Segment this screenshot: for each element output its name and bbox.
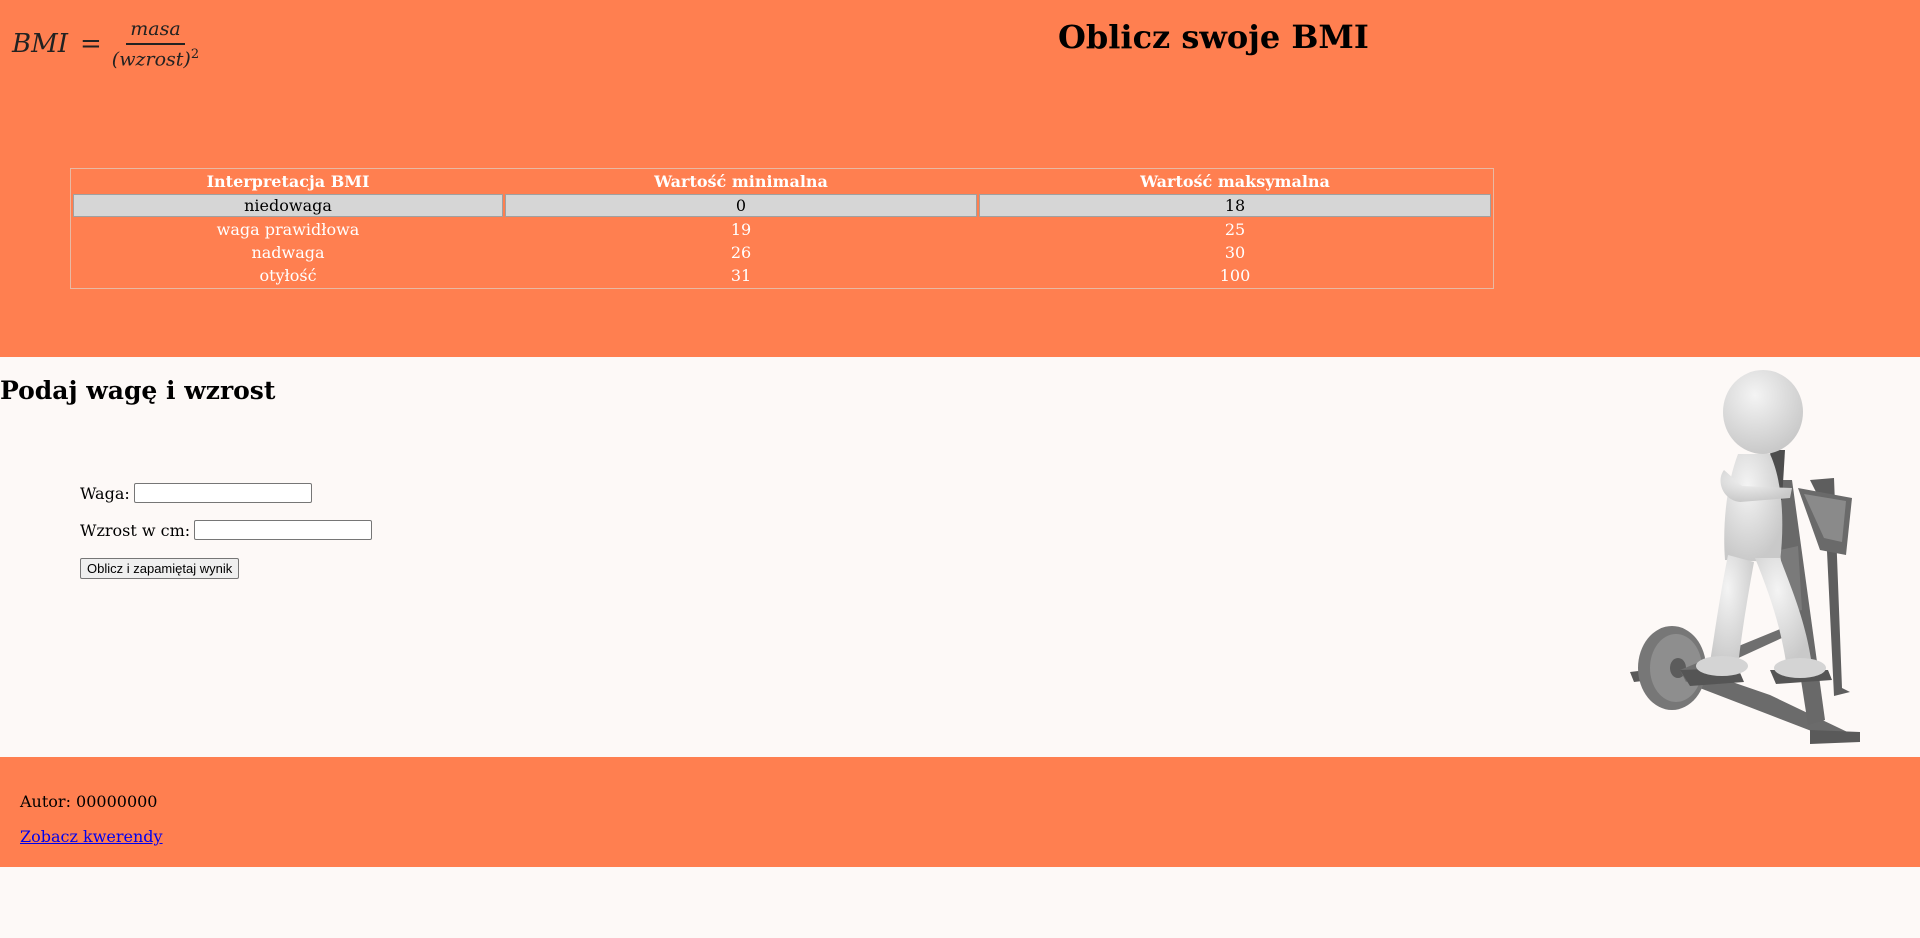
- formula-denominator: (wzrost): [111, 48, 191, 71]
- formula-numerator: masa: [126, 18, 185, 45]
- weight-row: Waga:: [80, 483, 312, 503]
- table-cell-interpretation: niedowaga: [73, 194, 503, 217]
- table-cell-min: 31: [730, 266, 752, 285]
- table-cell-min: 19: [730, 220, 752, 239]
- calculate-button[interactable]: Oblicz i zapamiętaj wynik: [80, 558, 240, 579]
- bmi-interpretation-table: Interpretacja BMI Wartość minimalna Wart…: [70, 168, 1494, 289]
- table-header-min: Wartość minimalna: [654, 172, 828, 191]
- height-input[interactable]: [194, 520, 373, 540]
- queries-link[interactable]: Zobacz kwerendy: [20, 827, 163, 846]
- table-header-interpretation: Interpretacja BMI: [206, 172, 370, 191]
- weight-label: Waga:: [80, 483, 130, 503]
- formula-lhs: BMI: [12, 29, 68, 60]
- author-text: Autor: 00000000: [20, 792, 158, 811]
- table-cell-min: 0: [505, 194, 977, 217]
- formula-fraction: masa (wzrost)2: [112, 18, 199, 70]
- table-row: nadwaga 26 30: [73, 242, 1491, 263]
- table-row: otyłość 31 100: [73, 265, 1491, 286]
- formula-equals: =: [80, 29, 102, 60]
- table-header-row: Interpretacja BMI Wartość minimalna Wart…: [73, 171, 1491, 192]
- table-row: waga prawidłowa 19 25: [73, 219, 1491, 240]
- form-heading: Podaj wagę i wzrost: [0, 376, 276, 405]
- table-cell-max: 25: [1224, 220, 1246, 239]
- formula-denominator-wrap: (wzrost)2: [112, 45, 199, 70]
- table-cell-interpretation: waga prawidłowa: [216, 220, 360, 239]
- height-row: Wzrost w cm:: [80, 520, 373, 540]
- table-row: niedowaga 0 18: [73, 194, 1491, 217]
- elliptical-trainer-figure-image: [1630, 370, 1860, 744]
- table-cell-interpretation: otyłość: [259, 266, 317, 285]
- table-cell-max: 30: [1224, 243, 1246, 262]
- table-cell-interpretation: nadwaga: [251, 243, 325, 262]
- page-title: Oblicz swoje BMI: [1058, 18, 1369, 56]
- weight-input[interactable]: [133, 483, 312, 503]
- table-cell-max: 100: [1219, 266, 1251, 285]
- table-cell-max: 18: [979, 194, 1491, 217]
- table-cell-min: 26: [730, 243, 752, 262]
- table-header-max: Wartość maksymalna: [1140, 172, 1330, 191]
- footer-banner: [0, 757, 1920, 867]
- height-label: Wzrost w cm:: [80, 520, 191, 540]
- bmi-formula: BMI = masa (wzrost)2: [12, 18, 199, 70]
- formula-exponent: 2: [190, 47, 200, 62]
